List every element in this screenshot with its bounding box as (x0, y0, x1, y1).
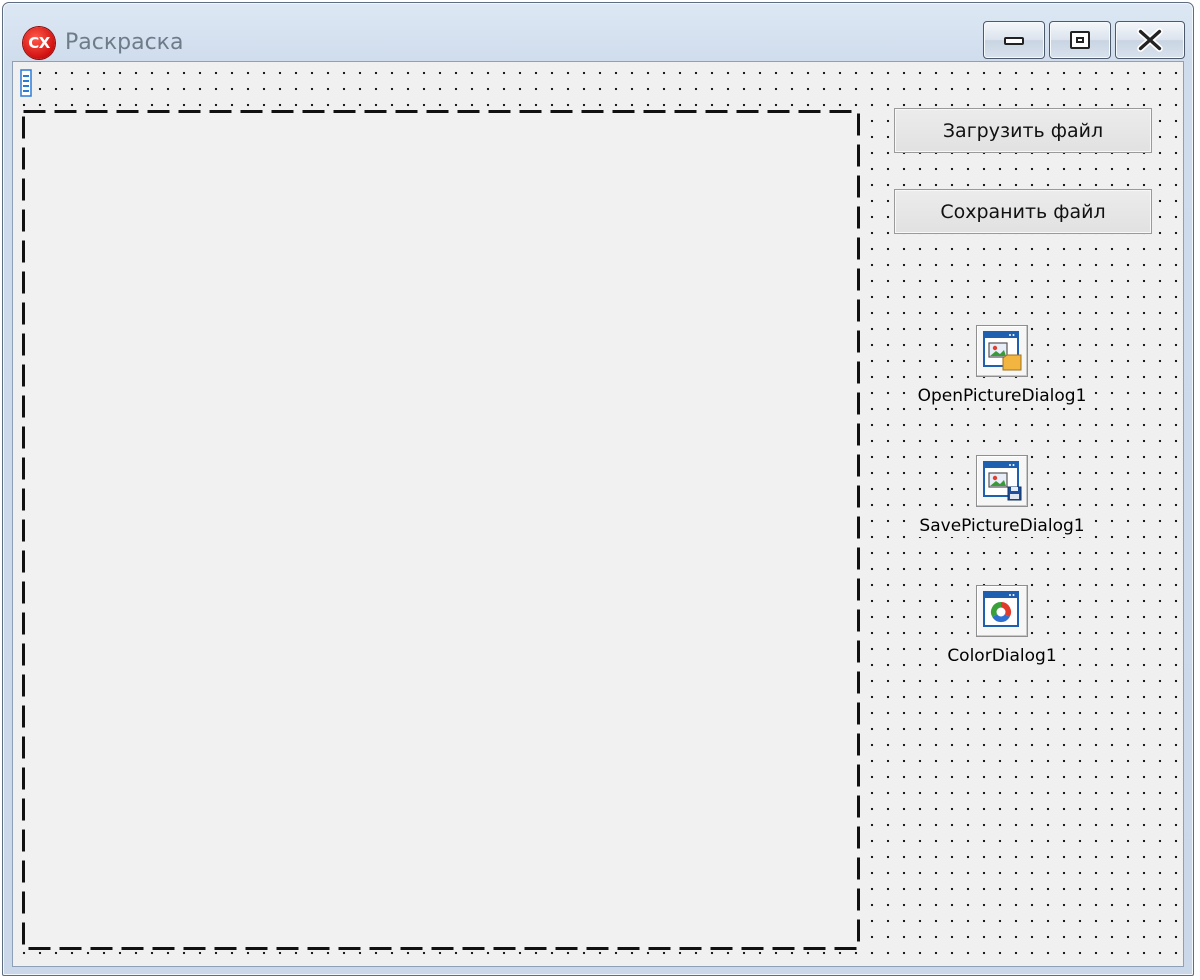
maximize-icon (1070, 31, 1090, 49)
open-picture-dialog-label: OpenPictureDialog1 (915, 385, 1089, 407)
color-dialog-icon (976, 585, 1028, 637)
color-dialog-label: ColorDialog1 (945, 645, 1059, 667)
main-menu-icon[interactable] (20, 69, 32, 97)
color-dialog-component[interactable]: ColorDialog1 (902, 585, 1102, 667)
form-designer-window: CX Раскраска Загрузить файл Сохранить фа… (2, 2, 1194, 976)
save-picture-dialog-icon (976, 455, 1028, 507)
paintbox-canvas[interactable] (22, 110, 860, 950)
form-client-area[interactable]: Загрузить файл Сохранить файл OpenPictur… (12, 61, 1184, 967)
close-button[interactable] (1115, 21, 1185, 59)
minimize-icon (1004, 37, 1024, 45)
title-bar[interactable]: CX Раскраска (3, 3, 1193, 65)
maximize-button[interactable] (1049, 21, 1111, 59)
paintbox-border (22, 110, 860, 950)
close-icon (1137, 28, 1163, 52)
app-logo-icon[interactable]: CX (23, 27, 55, 59)
caption-buttons (983, 21, 1185, 59)
save-picture-dialog-component[interactable]: SavePictureDialog1 (902, 455, 1102, 537)
window-title: Раскраска (65, 30, 184, 55)
minimize-button[interactable] (983, 21, 1045, 59)
save-picture-dialog-label: SavePictureDialog1 (917, 515, 1087, 537)
open-picture-dialog-icon (976, 325, 1028, 377)
save-file-button[interactable]: Сохранить файл (894, 189, 1152, 234)
load-file-button[interactable]: Загрузить файл (894, 108, 1152, 153)
open-picture-dialog-component[interactable]: OpenPictureDialog1 (902, 325, 1102, 407)
